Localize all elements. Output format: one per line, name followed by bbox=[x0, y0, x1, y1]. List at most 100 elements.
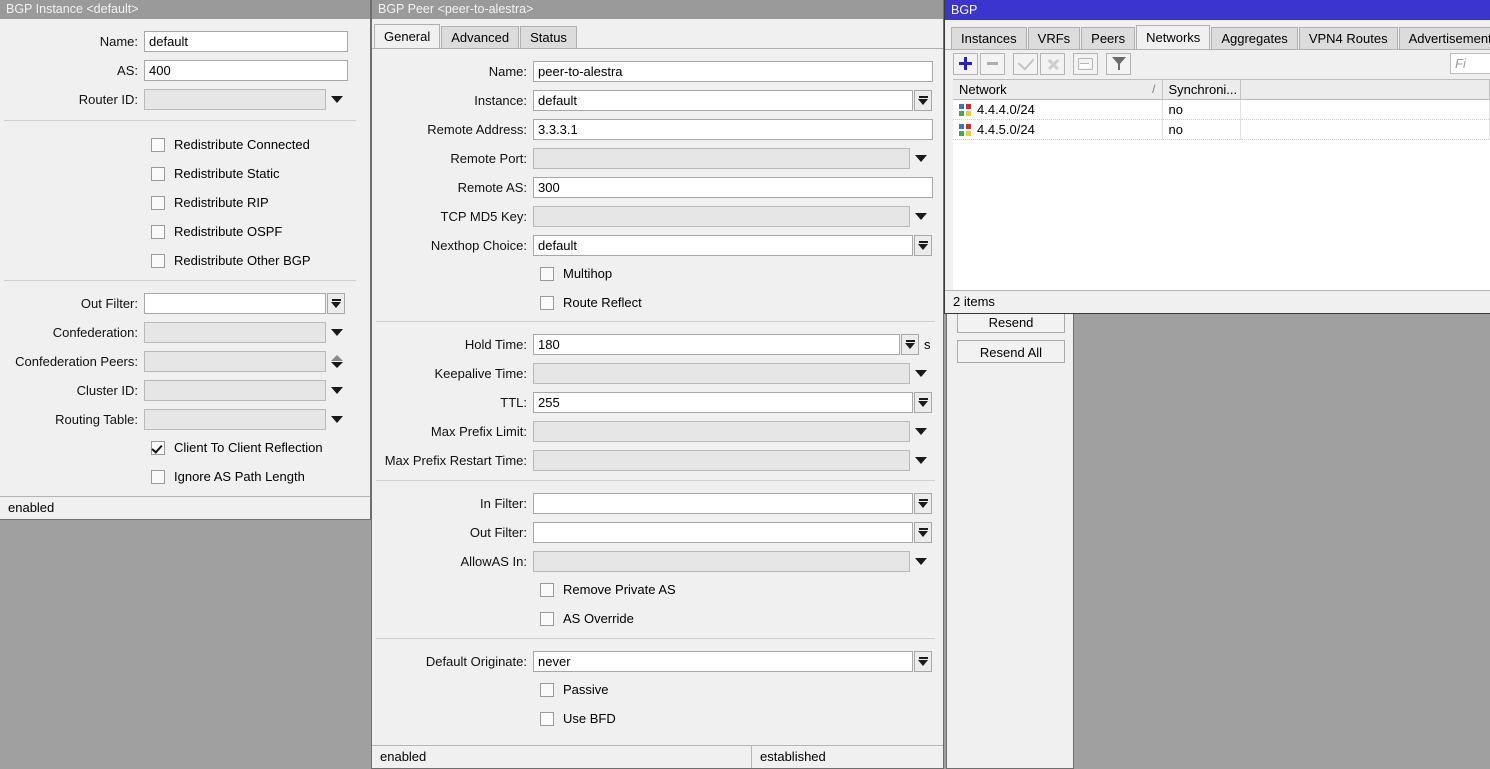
dropdown-select-icon[interactable] bbox=[327, 293, 345, 314]
dropdown-select-icon[interactable] bbox=[914, 493, 932, 514]
redistribute-rip-checkbox[interactable] bbox=[151, 196, 165, 210]
table-row[interactable]: 4.4.4.0/24 no bbox=[953, 100, 1490, 120]
comment-button[interactable] bbox=[1073, 53, 1098, 75]
redistribute-connected-checkbox[interactable] bbox=[151, 138, 165, 152]
tab-peers[interactable]: Peers bbox=[1081, 27, 1135, 49]
peer-allowas-in-input[interactable] bbox=[533, 551, 910, 572]
multihop-checkbox[interactable] bbox=[540, 267, 554, 281]
tab-advertisements[interactable]: Advertisements bbox=[1399, 27, 1490, 49]
column-header-network[interactable]: Network / bbox=[953, 80, 1162, 100]
instance-cluster-id-input[interactable] bbox=[144, 380, 326, 401]
peer-ttl-input[interactable]: 255 bbox=[533, 392, 913, 413]
chevron-down-icon[interactable] bbox=[910, 148, 932, 169]
remove-private-as-checkbox[interactable] bbox=[540, 583, 554, 597]
redistribute-ospf-checkbox[interactable] bbox=[151, 225, 165, 239]
chevron-down-icon[interactable] bbox=[326, 322, 348, 343]
checkbox-row-route-reflect[interactable]: Route Reflect bbox=[540, 291, 935, 314]
checkbox-row-redistribute-static[interactable]: Redistribute Static bbox=[151, 162, 356, 185]
dropdown-select-icon[interactable] bbox=[914, 392, 932, 413]
checkbox-row-redistribute-connected[interactable]: Redistribute Connected bbox=[151, 133, 356, 156]
spinner-up-down-icon[interactable] bbox=[326, 351, 348, 372]
tab-vrfs[interactable]: VRFs bbox=[1028, 27, 1081, 49]
checkbox-row-as-override[interactable]: AS Override bbox=[540, 607, 935, 630]
resend-all-button[interactable]: Resend All bbox=[957, 340, 1065, 363]
peer-tcp-md5-key-input[interactable] bbox=[533, 206, 910, 227]
divider bbox=[4, 120, 356, 121]
instance-routing-table-input[interactable] bbox=[144, 409, 326, 430]
instance-router-id-input[interactable] bbox=[144, 89, 326, 110]
route-reflect-checkbox[interactable] bbox=[540, 296, 554, 310]
peer-remote-port-input[interactable] bbox=[533, 148, 910, 169]
dropdown-select-icon[interactable] bbox=[901, 334, 919, 355]
peer-default-originate-input[interactable]: never bbox=[533, 651, 913, 672]
peer-instance-input[interactable]: default bbox=[533, 90, 913, 111]
checkbox-row-passive[interactable]: Passive bbox=[540, 678, 935, 701]
as-override-checkbox[interactable] bbox=[540, 612, 554, 626]
peer-hold-time-input[interactable]: 180 bbox=[533, 334, 900, 355]
dropdown-select-icon[interactable] bbox=[914, 235, 932, 256]
enable-button[interactable] bbox=[1013, 53, 1038, 75]
chevron-down-icon[interactable] bbox=[910, 450, 932, 471]
instance-out-filter-input[interactable] bbox=[144, 293, 326, 314]
dropdown-select-icon[interactable] bbox=[914, 651, 932, 672]
sort-indicator-icon: / bbox=[1152, 82, 1155, 96]
chevron-down-icon[interactable] bbox=[910, 363, 932, 384]
chevron-down-icon[interactable] bbox=[910, 551, 932, 572]
checkbox-row-client-to-client-reflection[interactable]: Client To Client Reflection bbox=[151, 436, 356, 459]
checkbox-row-redistribute-ospf[interactable]: Redistribute OSPF bbox=[151, 220, 356, 243]
peer-field-ttl: TTL: 255 bbox=[376, 390, 935, 414]
tab-instances[interactable]: Instances bbox=[951, 27, 1027, 49]
tab-general[interactable]: General bbox=[374, 24, 440, 48]
peer-remote-as-input[interactable]: 300 bbox=[533, 177, 933, 198]
chevron-down-icon[interactable] bbox=[910, 421, 932, 442]
column-header-synchronize[interactable]: Synchroni... bbox=[1162, 80, 1240, 100]
peer-remote-address-input[interactable]: 3.3.3.1 bbox=[533, 119, 933, 140]
checkbox-row-ignore-as-path-length[interactable]: Ignore AS Path Length bbox=[151, 465, 356, 488]
peer-max-prefix-restart-time-input[interactable] bbox=[533, 450, 910, 471]
passive-checkbox[interactable] bbox=[540, 683, 554, 697]
tab-aggregates[interactable]: Aggregates bbox=[1211, 27, 1298, 49]
bgp-peer-titlebar[interactable]: BGP Peer <peer-to-alestra> bbox=[372, 0, 943, 19]
peer-allowas-in-label: AllowAS In: bbox=[376, 554, 533, 569]
checkbox-row-redistribute-other-bgp[interactable]: Redistribute Other BGP bbox=[151, 249, 356, 272]
redistribute-rip-label: Redistribute RIP bbox=[174, 195, 269, 210]
instance-as-input[interactable]: 400 bbox=[144, 60, 348, 81]
tab-networks[interactable]: Networks bbox=[1136, 25, 1210, 49]
instance-confederation-peers-input[interactable] bbox=[144, 351, 326, 372]
tab-advanced[interactable]: Advanced bbox=[441, 26, 519, 48]
peer-out-filter-input[interactable] bbox=[533, 522, 913, 543]
peer-max-prefix-limit-input[interactable] bbox=[533, 421, 910, 442]
use-bfd-checkbox[interactable] bbox=[540, 712, 554, 726]
ignore-as-path-length-checkbox[interactable] bbox=[151, 470, 165, 484]
checkbox-row-remove-private-as[interactable]: Remove Private AS bbox=[540, 578, 935, 601]
chevron-down-icon[interactable] bbox=[910, 206, 932, 227]
redistribute-other-bgp-checkbox[interactable] bbox=[151, 254, 165, 268]
disable-button[interactable] bbox=[1040, 53, 1065, 75]
redistribute-static-checkbox[interactable] bbox=[151, 167, 165, 181]
bgp-instance-titlebar[interactable]: BGP Instance <default> bbox=[0, 0, 370, 19]
add-button[interactable] bbox=[953, 53, 978, 75]
chevron-down-icon[interactable] bbox=[326, 380, 348, 401]
table-row[interactable]: 4.4.5.0/24 no bbox=[953, 120, 1490, 140]
tab-status[interactable]: Status bbox=[520, 26, 577, 48]
dropdown-select-icon[interactable] bbox=[914, 522, 932, 543]
checkbox-row-use-bfd[interactable]: Use BFD bbox=[540, 707, 935, 730]
client-to-client-reflection-checkbox[interactable] bbox=[151, 441, 165, 455]
instance-confederation-input[interactable] bbox=[144, 322, 326, 343]
chevron-down-icon[interactable] bbox=[326, 409, 348, 430]
peer-in-filter-input[interactable] bbox=[533, 493, 913, 514]
peer-keepalive-time-input[interactable] bbox=[533, 363, 910, 384]
peer-connection-options: Passive Use BFD bbox=[376, 678, 935, 730]
tab-vpn4-routes[interactable]: VPN4 Routes bbox=[1299, 27, 1398, 49]
filter-button[interactable] bbox=[1106, 53, 1131, 75]
find-input[interactable]: Fi bbox=[1450, 53, 1490, 74]
checkbox-row-redistribute-rip[interactable]: Redistribute RIP bbox=[151, 191, 356, 214]
bgp-list-titlebar[interactable]: BGP bbox=[945, 0, 1490, 20]
peer-name-input[interactable]: peer-to-alestra bbox=[533, 61, 933, 82]
instance-name-input[interactable]: default bbox=[144, 31, 348, 52]
remove-button[interactable] bbox=[980, 53, 1005, 75]
dropdown-select-icon[interactable] bbox=[914, 90, 932, 111]
checkbox-row-multihop[interactable]: Multihop bbox=[540, 262, 935, 285]
peer-nexthop-choice-input[interactable]: default bbox=[533, 235, 913, 256]
chevron-down-icon[interactable] bbox=[326, 89, 348, 110]
